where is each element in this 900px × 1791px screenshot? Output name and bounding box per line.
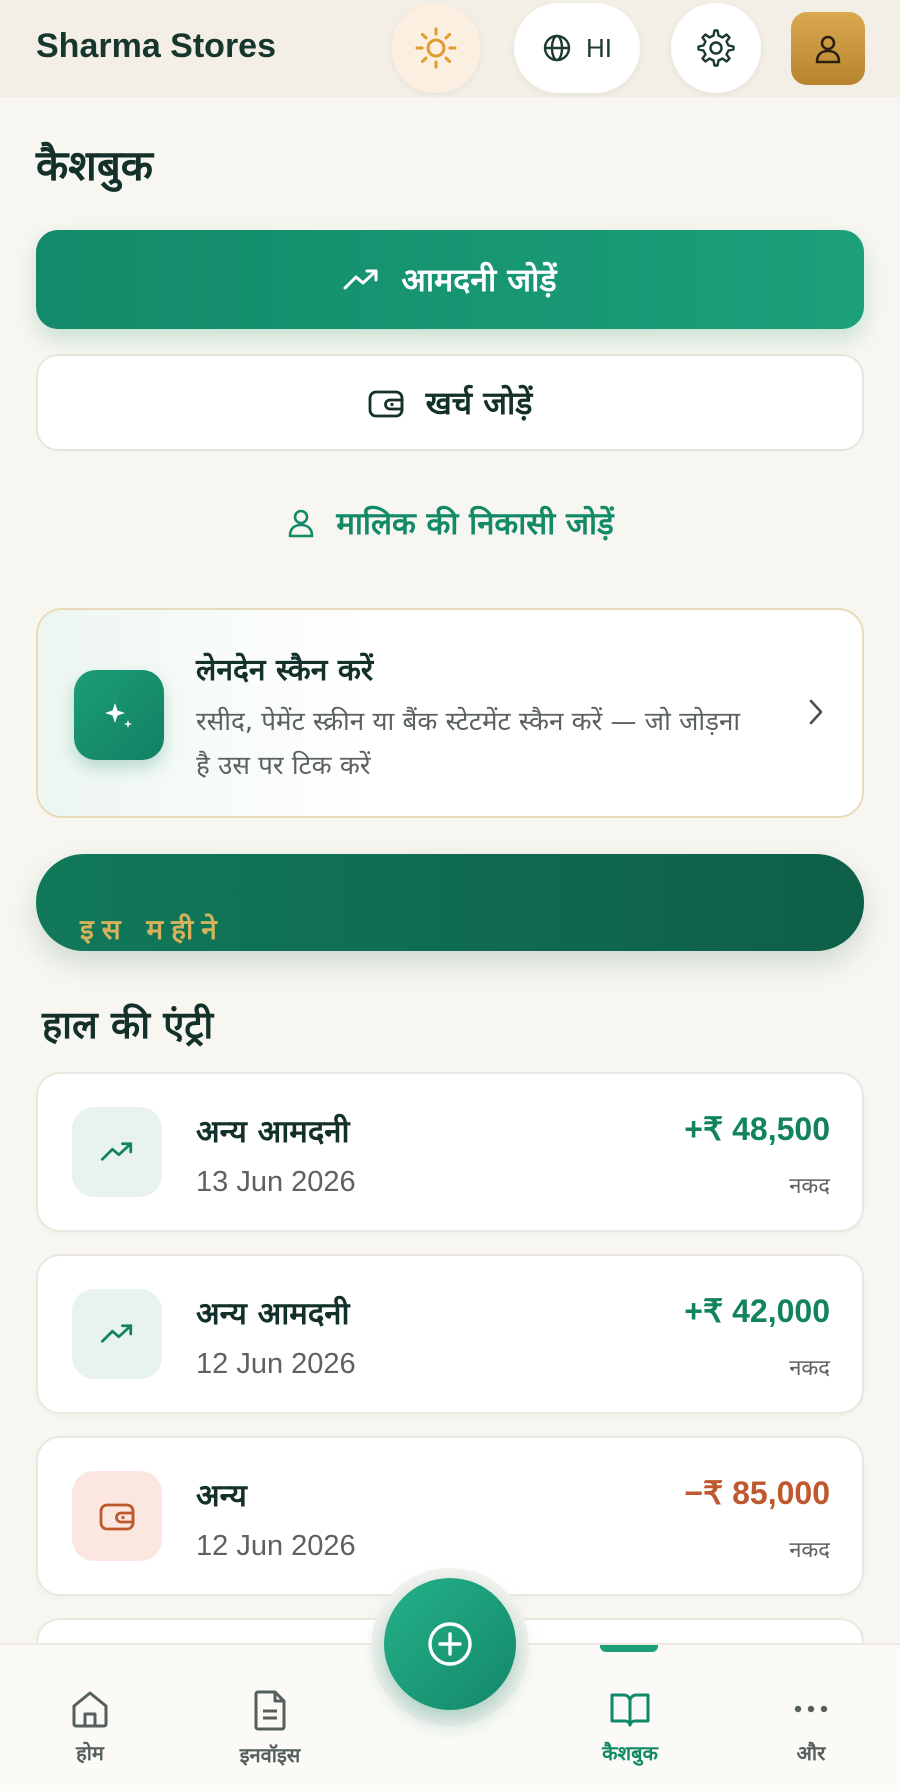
entry-category: अन्य xyxy=(196,1478,247,1514)
nav-cashbook-label: कैशबुक xyxy=(602,1741,658,1765)
entry-amount: −₹ 85,000 xyxy=(684,1475,830,1511)
nav-home[interactable]: होम xyxy=(20,1689,160,1766)
scan-card-title: लेनदेन स्कैन करें xyxy=(196,653,374,688)
entry-date: 13 Jun 2026 xyxy=(196,1166,356,1198)
scan-card-description: रसीद, पेमेंट स्क्रीन या बैंक स्टेटमेंट स… xyxy=(196,707,741,781)
add-owner-withdrawal-label: मालिक की निकासी जोड़ें xyxy=(336,506,614,542)
add-income-label: आमदनी जोड़ें xyxy=(401,261,557,299)
trending-up-icon xyxy=(343,269,378,289)
list-item[interactable]: अन्य आमदनी 13 Jun 2026 +₹ 48,500 नकद xyxy=(36,1072,864,1232)
add-expense-button[interactable]: खर्च जोड़ें xyxy=(36,354,864,451)
add-income-button[interactable]: आमदनी जोड़ें xyxy=(36,230,864,329)
this-month-summary-card[interactable]: इस महीने xyxy=(36,854,864,951)
entry-category: अन्य आमदनी xyxy=(196,1114,350,1150)
add-expense-label: खर्च जोड़ें xyxy=(425,384,533,422)
user-icon xyxy=(815,35,841,63)
list-item[interactable]: अन्य आमदनी 12 Jun 2026 +₹ 42,000 नकद xyxy=(36,1254,864,1414)
entry-date: 12 Jun 2026 xyxy=(196,1348,356,1380)
this-month-label: इस महीने xyxy=(80,913,225,946)
entry-payment-mode: नकद xyxy=(789,1538,830,1563)
entry-date: 12 Jun 2026 xyxy=(196,1530,356,1562)
nav-more-label: और xyxy=(796,1741,826,1765)
globe-icon xyxy=(543,34,571,62)
active-tab-indicator xyxy=(600,1645,658,1652)
user-icon xyxy=(289,509,314,538)
nav-invoice-label: इनवॉइस xyxy=(239,1743,301,1767)
profile-button[interactable] xyxy=(791,12,865,85)
plus-circle-icon xyxy=(428,1622,472,1666)
gear-icon xyxy=(697,29,735,67)
language-button[interactable]: HI xyxy=(514,3,640,93)
language-label: HI xyxy=(586,32,612,63)
nav-more[interactable]: और xyxy=(741,1689,881,1766)
nav-invoice[interactable]: इनवॉइस xyxy=(200,1689,340,1768)
document-icon xyxy=(254,1690,286,1731)
recent-entries-title: हाल की एंट्री xyxy=(42,1003,214,1047)
scan-transactions-card[interactable]: लेनदेन स्कैन करें रसीद, पेमेंट स्क्रीन य… xyxy=(36,608,864,818)
home-icon xyxy=(72,1691,108,1728)
chevron-right-icon xyxy=(809,699,823,725)
book-open-icon xyxy=(610,1693,650,1727)
trending-up-icon xyxy=(72,1107,162,1197)
add-owner-withdrawal-link[interactable]: मालिक की निकासी जोड़ें xyxy=(0,500,900,546)
settings-button[interactable] xyxy=(671,3,761,93)
entry-payment-mode: नकद xyxy=(789,1174,830,1199)
entry-category: अन्य आमदनी xyxy=(196,1296,350,1332)
nav-cashbook[interactable]: कैशबुक xyxy=(560,1689,700,1766)
more-horizontal-icon xyxy=(794,1705,828,1713)
nav-home-label: होम xyxy=(76,1741,104,1765)
entry-payment-mode: नकद xyxy=(789,1356,830,1381)
store-name: Sharma Stores xyxy=(36,27,276,65)
sun-icon xyxy=(415,27,457,69)
sparkle-icon xyxy=(74,670,164,760)
wallet-icon xyxy=(368,390,403,417)
entry-amount: +₹ 48,500 xyxy=(684,1111,830,1147)
trending-up-icon xyxy=(72,1289,162,1379)
page-title: कैशबुक xyxy=(36,141,154,190)
wallet-icon xyxy=(72,1471,162,1561)
theme-toggle-button[interactable] xyxy=(391,3,481,93)
entry-amount: +₹ 42,000 xyxy=(684,1293,830,1329)
app-header: Sharma Stores HI xyxy=(0,0,900,97)
add-entry-fab[interactable] xyxy=(384,1578,516,1710)
